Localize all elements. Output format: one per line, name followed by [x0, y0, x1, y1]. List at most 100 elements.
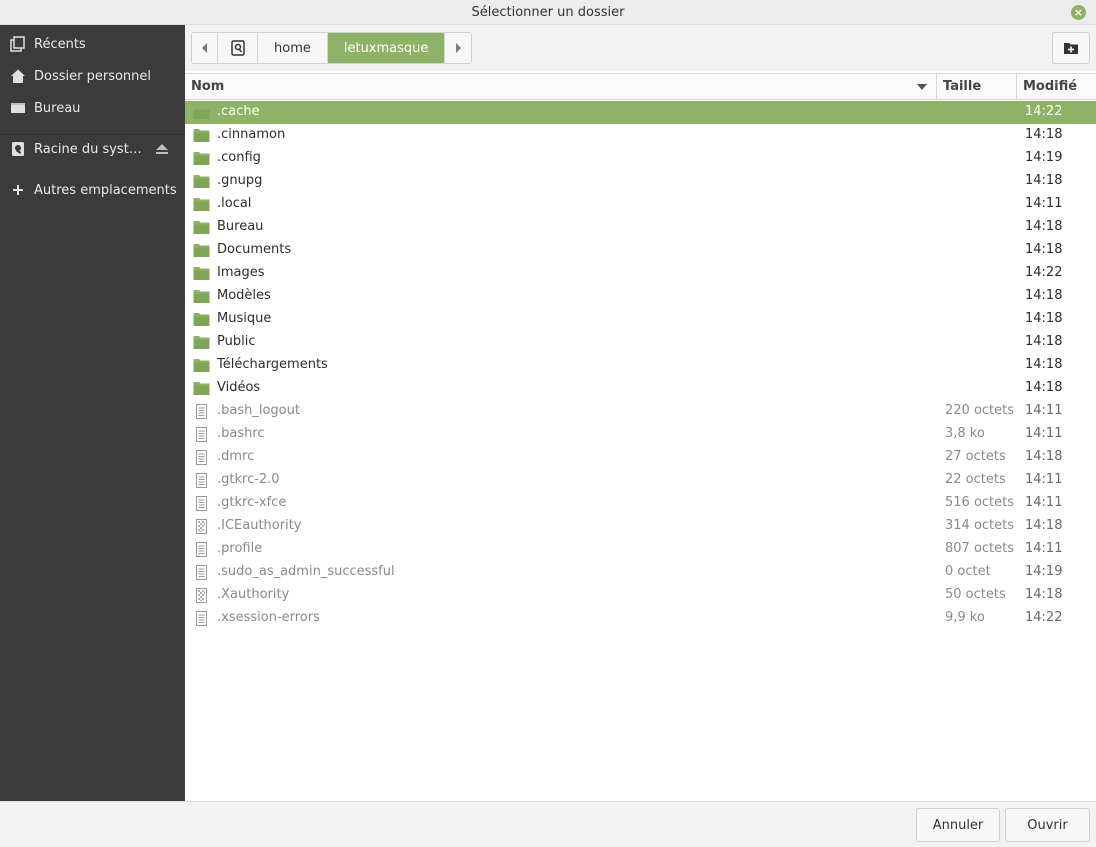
file-list: .cache 14:22 .cinnamon 14:18 .config 14:19 .gn…	[185, 101, 1096, 630]
title-bar: Sélectionner un dossier ×	[0, 0, 1096, 25]
folder-row[interactable]: Bureau 14:18	[185, 216, 1096, 239]
file-name: .cinnamon	[217, 127, 286, 142]
file-row[interactable]: .gtkrc-xfce 516 octets 14:11	[185, 492, 1096, 515]
chevron-left-icon	[201, 43, 207, 53]
folder-row[interactable]: Public 14:18	[185, 331, 1096, 354]
column-headers: Nom Taille Modifié	[185, 73, 1096, 100]
folder-row[interactable]: Documents 14:18	[185, 239, 1096, 262]
file-name: .cache	[217, 104, 260, 119]
folder-row[interactable]: .cinnamon 14:18	[185, 124, 1096, 147]
new-folder-icon	[1064, 43, 1078, 54]
file-modified: 14:11	[1025, 472, 1063, 487]
text-file-icon	[196, 427, 207, 442]
action-bar: Annuler Ouvrir	[0, 801, 1096, 847]
path-segment-current[interactable]: letuxmasque	[327, 33, 446, 63]
close-icon[interactable]: ×	[1071, 5, 1086, 20]
file-name: Public	[217, 334, 256, 349]
folder-row[interactable]: Musique 14:18	[185, 308, 1096, 331]
sidebar-item-home[interactable]: Dossier personnel	[0, 61, 185, 91]
path-forward-button[interactable]	[445, 33, 471, 63]
text-file-icon	[196, 450, 207, 465]
sidebar-item-label: Racine du syst…	[34, 141, 142, 157]
file-name: Images	[217, 265, 265, 280]
file-size: 220 octets	[945, 403, 1015, 418]
file-modified: 14:18	[1025, 311, 1063, 326]
file-modified: 14:18	[1025, 380, 1063, 395]
text-file-icon	[196, 404, 207, 419]
text-file-icon	[196, 496, 207, 511]
file-size: 50 octets	[945, 587, 1006, 602]
folder-icon	[193, 175, 210, 188]
folder-icon	[193, 221, 210, 234]
folder-row[interactable]: .config 14:19	[185, 147, 1096, 170]
column-divider[interactable]	[936, 74, 937, 99]
file-modified: 14:18	[1025, 449, 1063, 464]
drive-icon	[12, 142, 24, 156]
column-header-size[interactable]: Taille	[943, 74, 981, 99]
plus-icon	[13, 185, 23, 195]
column-header-modified[interactable]: Modifié	[1023, 74, 1077, 99]
file-name: .gnupg	[217, 173, 263, 188]
file-size: 807 octets	[945, 541, 1015, 556]
cancel-button[interactable]: Annuler	[916, 808, 1000, 842]
folder-row[interactable]: Vidéos 14:18	[185, 377, 1096, 400]
folder-row[interactable]: Modèles 14:18	[185, 285, 1096, 308]
column-divider[interactable]	[1016, 74, 1017, 99]
file-modified: 14:18	[1025, 587, 1063, 602]
path-back-button[interactable]	[192, 33, 218, 63]
file-row[interactable]: .ICEauthority 314 octets 14:18	[185, 515, 1096, 538]
file-modified: 14:22	[1025, 104, 1063, 119]
sidebar-item-recents[interactable]: Récents	[0, 29, 185, 59]
folder-row[interactable]: .gnupg 14:18	[185, 170, 1096, 193]
file-name: .gtkrc-xfce	[217, 495, 287, 510]
eject-icon[interactable]	[155, 142, 169, 156]
window-title: Sélectionner un dossier	[471, 5, 625, 20]
file-modified: 14:11	[1025, 495, 1063, 510]
file-modified: 14:18	[1025, 334, 1063, 349]
file-modified: 14:18	[1025, 242, 1063, 257]
folder-icon	[193, 267, 210, 280]
open-button[interactable]: Ouvrir	[1005, 808, 1090, 842]
places-sidebar: Récents Dossier personnel Bureau Racine …	[0, 25, 185, 801]
sidebar-item-other-locations[interactable]: Autres emplacements	[0, 175, 185, 205]
file-name: Bureau	[217, 219, 264, 234]
desktop-icon	[11, 103, 25, 113]
folder-row[interactable]: Téléchargements 14:18	[185, 354, 1096, 377]
file-name: .bash_logout	[217, 403, 300, 418]
drive-icon	[230, 40, 245, 56]
file-name: .local	[217, 196, 252, 211]
sidebar-item-label: Dossier personnel	[34, 68, 152, 84]
chevron-right-icon	[456, 43, 462, 53]
file-row[interactable]: .bash_logout 220 octets 14:11	[185, 400, 1096, 423]
file-name: .ICEauthority	[217, 518, 302, 533]
folder-icon	[193, 382, 210, 395]
file-modified: 14:22	[1025, 610, 1063, 625]
path-segment-home[interactable]: home	[258, 33, 328, 63]
folder-row[interactable]: .cache 14:22	[185, 101, 1096, 124]
file-row[interactable]: .Xauthority 50 octets 14:18	[185, 584, 1096, 607]
toolbar: home letuxmasque	[185, 25, 1096, 71]
file-row[interactable]: .bashrc 3,8 ko 14:11	[185, 423, 1096, 446]
recent-icon	[10, 36, 25, 52]
binary-file-icon	[196, 519, 207, 534]
sidebar-item-filesystem-root[interactable]: Racine du syst…	[0, 134, 185, 164]
file-size: 314 octets	[945, 518, 1015, 533]
sidebar-item-desktop[interactable]: Bureau	[0, 93, 185, 123]
file-row[interactable]: .profile 807 octets 14:11	[185, 538, 1096, 561]
sidebar-item-label: Autres emplacements	[34, 182, 177, 198]
file-row[interactable]: .gtkrc-2.0 22 octets 14:11	[185, 469, 1096, 492]
file-row[interactable]: .sudo_as_admin_successful 0 octet 14:19	[185, 561, 1096, 584]
folder-row[interactable]: Images 14:22	[185, 262, 1096, 285]
file-name: Téléchargements	[217, 357, 328, 372]
sort-descending-icon	[917, 84, 927, 90]
file-row[interactable]: .dmrc 27 octets 14:18	[185, 446, 1096, 469]
new-folder-button[interactable]	[1052, 32, 1090, 64]
file-row[interactable]: .xsession-errors 9,9 ko 14:22	[185, 607, 1096, 630]
file-name: .profile	[217, 541, 263, 556]
main-pane: home letuxmasque Nom Taille Modifié .cac…	[185, 25, 1096, 801]
file-name: .xsession-errors	[217, 610, 320, 625]
column-header-name[interactable]: Nom	[191, 74, 224, 99]
text-file-icon	[196, 473, 207, 488]
folder-row[interactable]: .local 14:11	[185, 193, 1096, 216]
path-root-button[interactable]	[218, 33, 258, 63]
